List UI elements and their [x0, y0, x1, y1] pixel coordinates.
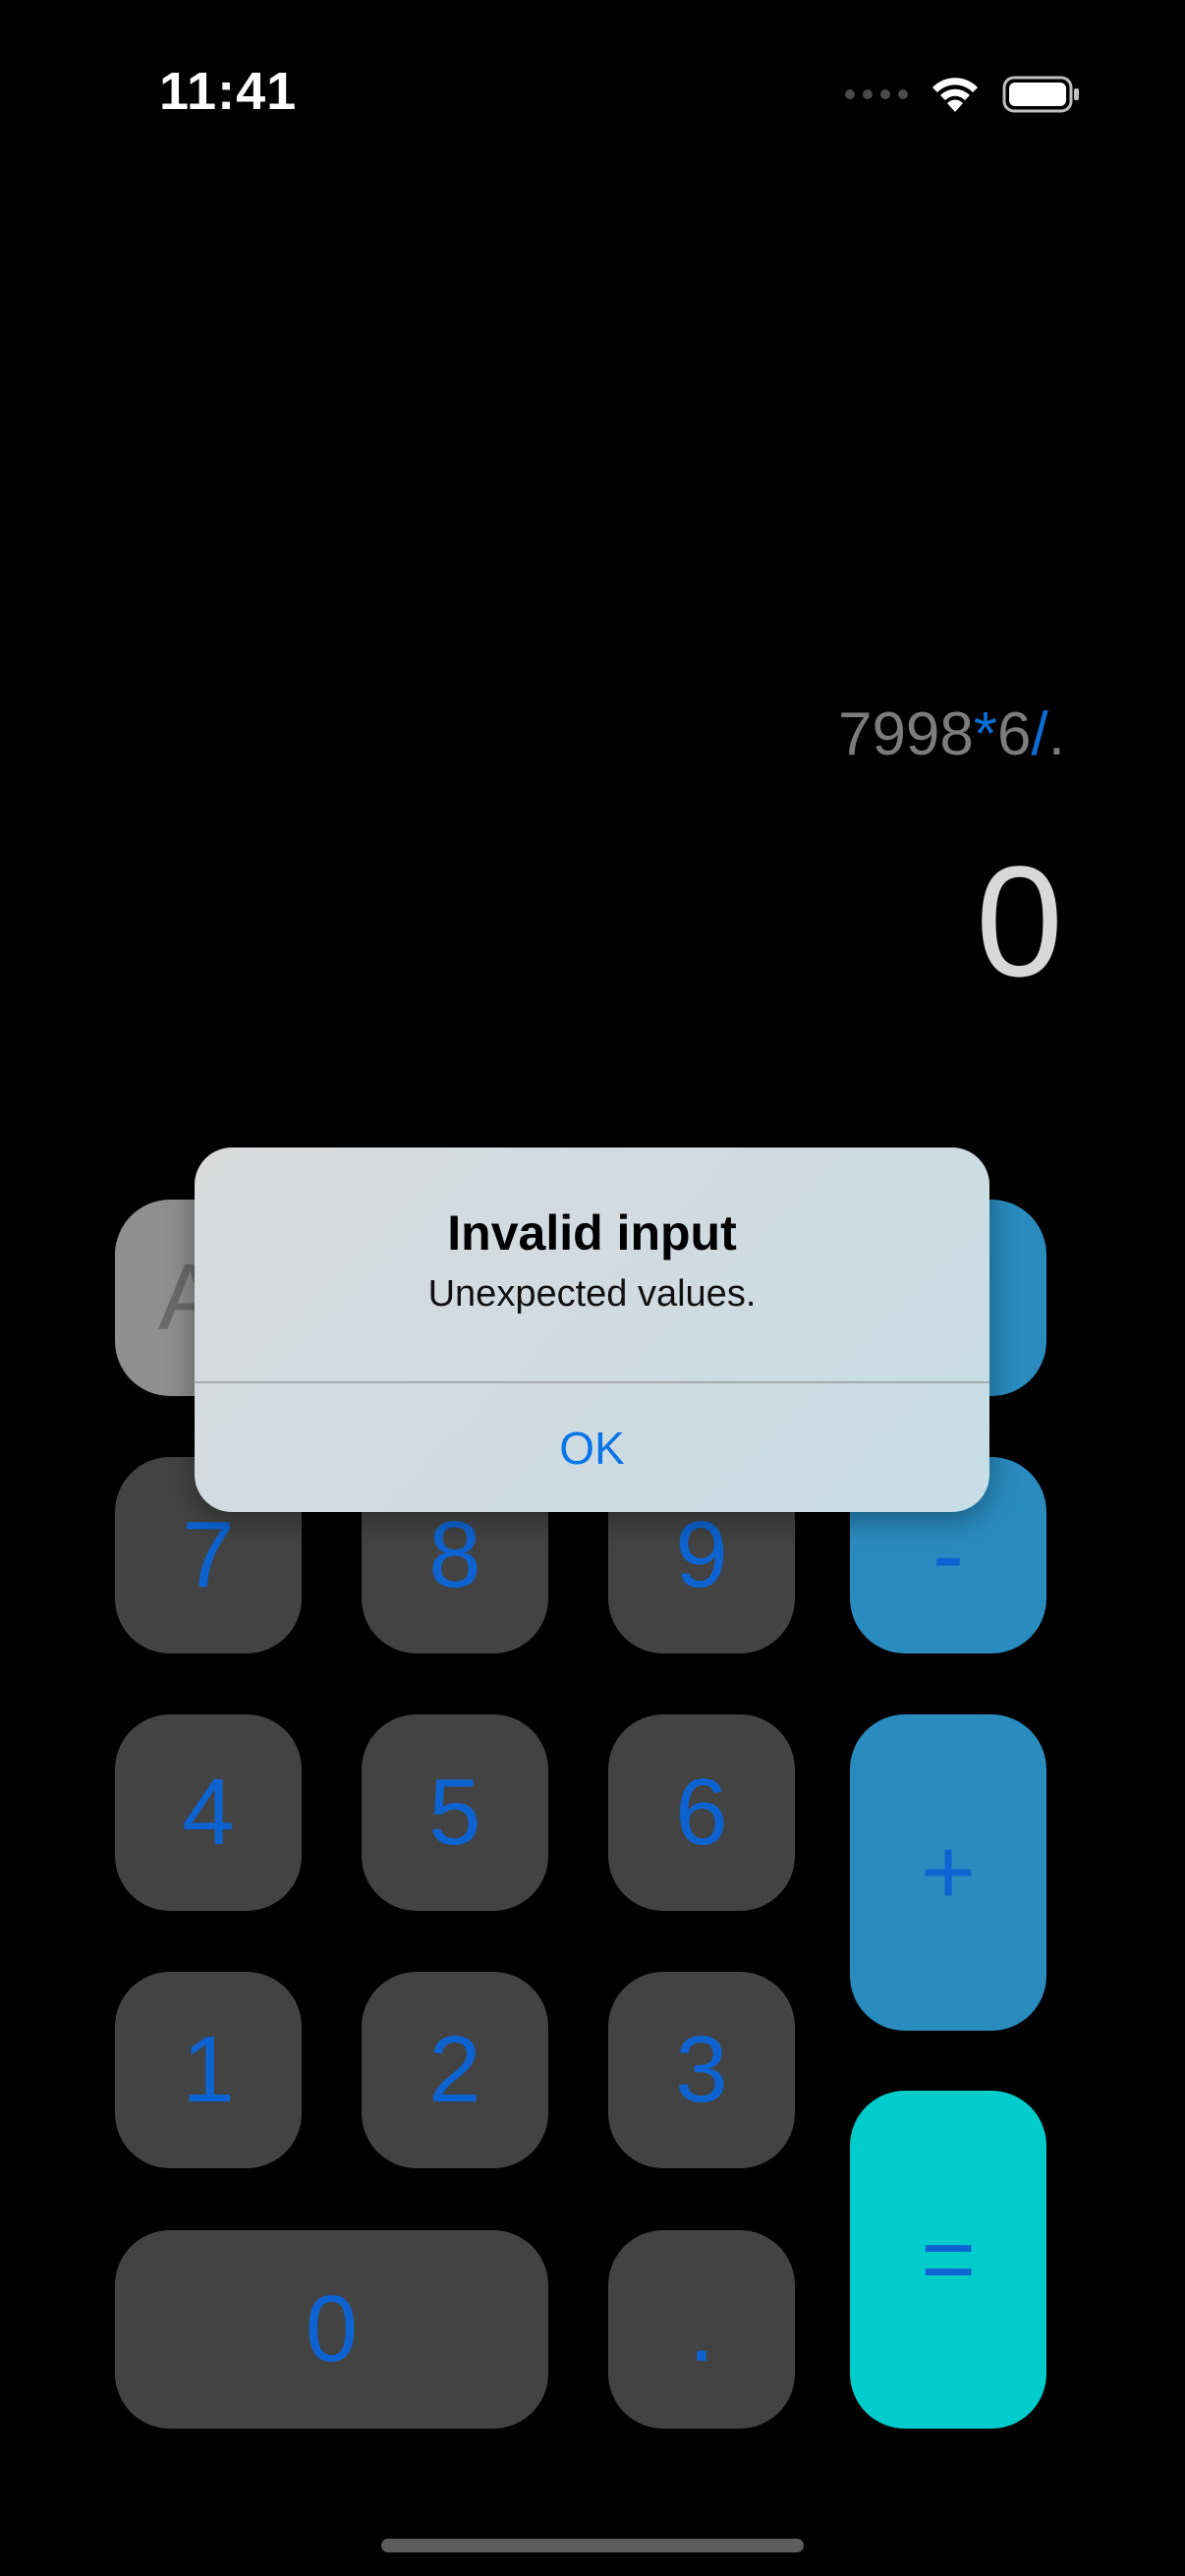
- digit-4-button[interactable]: 4: [115, 1714, 302, 1911]
- signal-dots-icon: [845, 89, 908, 99]
- result-display: 0: [976, 833, 1063, 1009]
- expression-operand: 6: [997, 700, 1032, 768]
- alert-title: Invalid input: [447, 1205, 737, 1260]
- home-indicator[interactable]: [381, 2539, 804, 2552]
- battery-icon: [1002, 76, 1079, 113]
- status-icons: [845, 75, 1081, 114]
- alert-ok-button[interactable]: OK: [195, 1383, 989, 1512]
- digit-2-button[interactable]: 2: [362, 1972, 548, 2168]
- plus-button[interactable]: +: [850, 1714, 1046, 2031]
- expression-operand: .: [1047, 700, 1065, 768]
- alert-dialog: Invalid input Unexpected values. OK: [195, 1148, 989, 1512]
- wifi-icon: [932, 78, 978, 112]
- digit-5-button[interactable]: 5: [362, 1714, 548, 1911]
- expression-operator: /: [1031, 700, 1048, 768]
- digit-1-button[interactable]: 1: [115, 1972, 302, 2168]
- expression-operator: *: [973, 700, 998, 768]
- status-time: 11:41: [159, 62, 298, 121]
- digit-6-button[interactable]: 6: [608, 1714, 795, 1911]
- equals-button[interactable]: =: [850, 2091, 1046, 2429]
- expression-operand: 7998: [837, 700, 974, 768]
- decimal-button[interactable]: .: [608, 2230, 795, 2429]
- digit-3-button[interactable]: 3: [608, 1972, 795, 2168]
- expression-display: 7998*6/.: [838, 700, 1065, 769]
- alert-message: Unexpected values.: [427, 1273, 757, 1315]
- digit-0-button[interactable]: 0: [115, 2230, 548, 2429]
